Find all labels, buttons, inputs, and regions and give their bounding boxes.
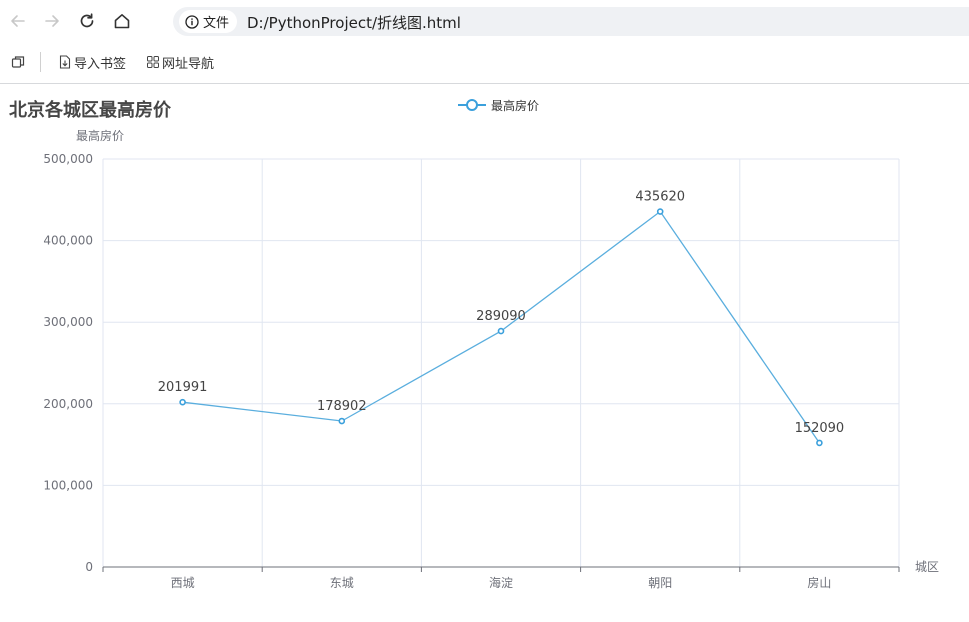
apps-grid-icon xyxy=(147,56,159,68)
arrow-right-icon xyxy=(45,15,59,27)
bookmark-import[interactable]: 导入书签 xyxy=(59,52,126,72)
data-label: 152090 xyxy=(795,421,845,436)
tab-group-icon xyxy=(11,56,25,68)
info-icon xyxy=(185,14,199,29)
x-tick-label: 西城 xyxy=(171,576,195,590)
y-tick-label: 300,000 xyxy=(43,315,93,329)
data-point xyxy=(656,208,664,215)
y-tick-label: 200,000 xyxy=(43,397,93,411)
y-tick-label: 500,000 xyxy=(43,152,93,166)
tab-group-button[interactable] xyxy=(11,52,25,72)
data-point xyxy=(179,398,186,406)
data-label: 201991 xyxy=(158,380,208,395)
page-content: 北京各城区最高房价 最高房价 最高房价 0 100,000 200,000 300,0… xyxy=(0,84,969,622)
site-info-button[interactable]: 文件 xyxy=(179,10,237,33)
forward-button[interactable] xyxy=(39,8,65,34)
data-point xyxy=(497,327,505,335)
address-bar[interactable]: 文件 D:/PythonProject/折线图.html xyxy=(173,7,969,36)
bookmarks-bar: 导入书签 网址导航 xyxy=(0,43,969,84)
bookmarks-divider xyxy=(40,52,41,72)
reload-button[interactable] xyxy=(74,8,100,34)
import-icon xyxy=(59,55,71,69)
data-label: 178902 xyxy=(317,399,367,414)
y-tick-label: 100,000 xyxy=(43,478,93,492)
line-chart: 0 100,000 200,000 300,000 400,000 500,000 西城 东城… xyxy=(43,152,939,590)
x-axis-name: 城区 xyxy=(915,560,939,574)
data-label: 289090 xyxy=(476,309,526,324)
bookmark-import-label: 导入书签 xyxy=(74,56,127,72)
series-line xyxy=(182,210,820,444)
bookmark-nav-label: 网址导航 xyxy=(162,56,215,72)
back-button[interactable] xyxy=(5,8,31,34)
x-tick-label: 东城 xyxy=(330,576,354,590)
data-label: 435620 xyxy=(635,190,685,205)
site-info-label: 文件 xyxy=(203,16,230,31)
reload-icon xyxy=(80,13,94,28)
x-tick-label: 房山 xyxy=(807,575,831,590)
data-point xyxy=(338,417,346,425)
browser-toolbar: 文件 D:/PythonProject/折线图.html xyxy=(0,0,969,43)
data-point xyxy=(816,439,823,447)
y-tick-label: 400,000 xyxy=(43,234,93,248)
bookmark-nav[interactable]: 网址导航 xyxy=(147,52,214,72)
url-text[interactable]: D:/PythonProject/折线图.html xyxy=(247,12,461,33)
x-tick-label: 海淀 xyxy=(489,575,513,590)
home-icon xyxy=(114,14,130,29)
y-tick-label: 0 xyxy=(85,560,93,574)
home-button[interactable] xyxy=(109,8,135,34)
x-tick-label: 朝阳 xyxy=(648,576,672,590)
arrow-left-icon xyxy=(11,15,25,27)
